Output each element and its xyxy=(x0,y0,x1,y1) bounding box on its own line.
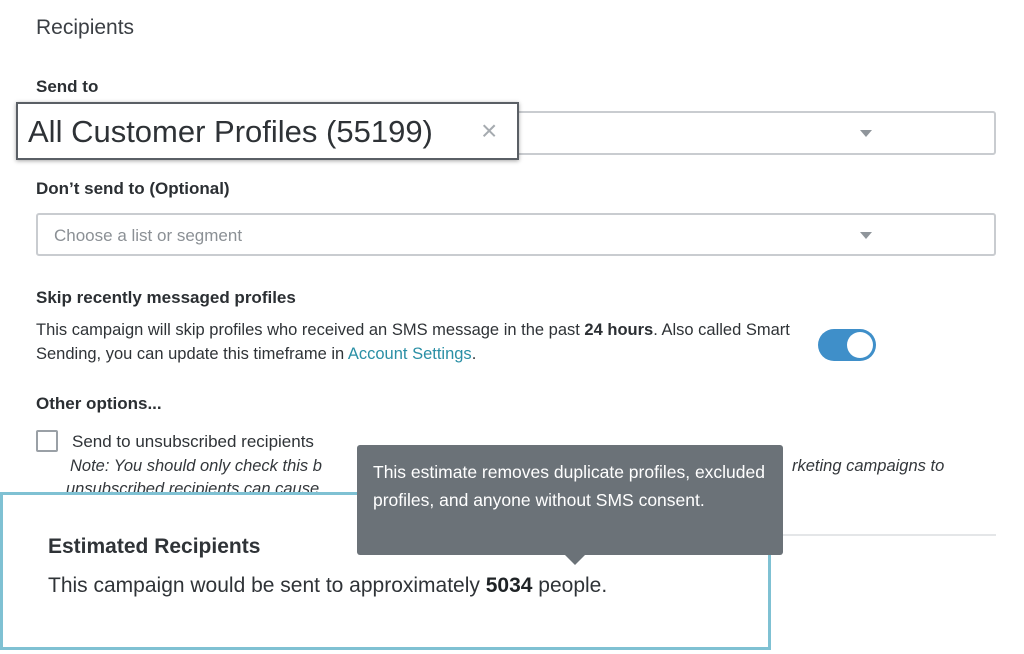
smart-sending-period: . xyxy=(471,345,477,363)
smart-sending-text: This campaign will skip profiles who rec… xyxy=(36,321,585,339)
account-settings-link[interactable]: Account Settings xyxy=(348,345,472,363)
unsubscribed-note-end: rketing campaigns to xyxy=(792,457,945,475)
other-options-label: Other options... xyxy=(36,394,162,413)
section-title: Recipients xyxy=(36,16,135,39)
unsubscribed-checkbox[interactable] xyxy=(36,430,58,452)
estimated-recipients-text: This campaign would be sent to approxima… xyxy=(48,574,607,598)
dont-send-to-label: Don’t send to (Optional) xyxy=(36,179,230,198)
dont-send-to-select[interactable]: Choose a list or segment xyxy=(36,213,996,256)
smart-sending-toggle[interactable] xyxy=(818,329,876,361)
close-icon[interactable]: × xyxy=(481,117,497,145)
smart-sending-description: This campaign will skip profiles who rec… xyxy=(36,318,816,366)
chevron-down-icon xyxy=(860,232,872,239)
selected-list-label: All Customer Profiles (55199) xyxy=(28,114,433,149)
send-to-label: Send to xyxy=(36,77,99,96)
estimate-tooltip: This estimate removes duplicate profiles… xyxy=(357,445,783,555)
toggle-knob xyxy=(847,332,873,358)
estimate-text-after: people. xyxy=(532,574,608,597)
chevron-down-icon xyxy=(860,130,872,137)
section-divider xyxy=(760,534,996,536)
smart-sending-timeframe: 24 hours xyxy=(584,321,654,339)
smart-sending-label: Skip recently messaged profiles xyxy=(36,288,296,307)
estimated-recipient-count: 5034 xyxy=(485,574,533,597)
estimate-text-before: This campaign would be sent to approxima… xyxy=(48,574,486,597)
send-to-selected-chip[interactable]: All Customer Profiles (55199) × xyxy=(16,102,519,160)
dont-send-to-placeholder: Choose a list or segment xyxy=(54,226,243,245)
tooltip-arrow xyxy=(564,554,586,565)
unsubscribed-note-start: Note: You should only check this b xyxy=(70,457,322,475)
estimated-recipients-title: Estimated Recipients xyxy=(48,535,261,558)
unsubscribed-checkbox-label: Send to unsubscribed recipients xyxy=(72,432,314,451)
